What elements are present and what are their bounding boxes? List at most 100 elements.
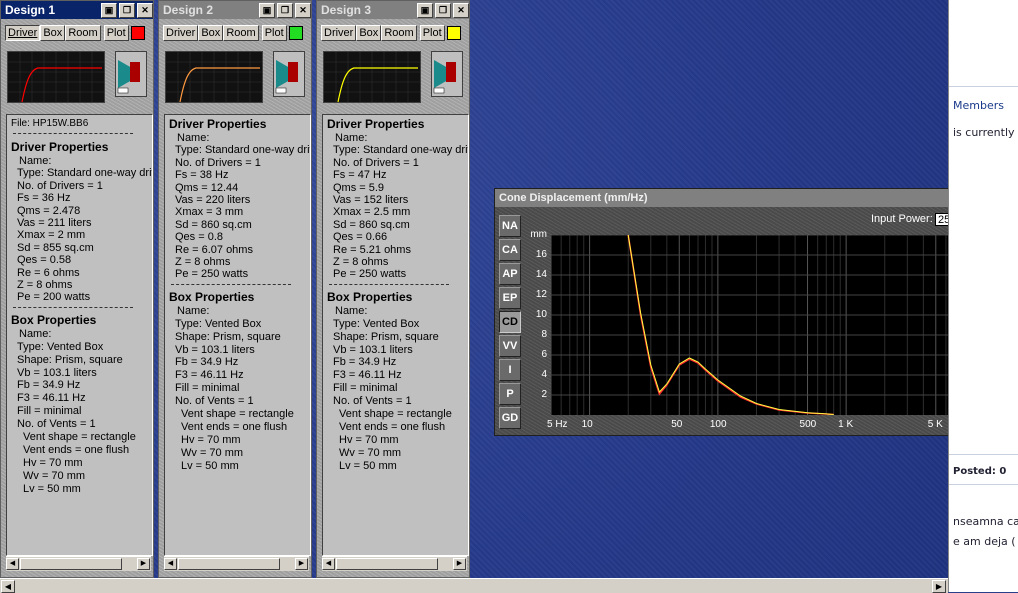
tab-plot[interactable]: Plot (261, 25, 287, 41)
scroll-left-arrow[interactable]: ◀ (6, 558, 19, 570)
horizontal-scrollbar[interactable]: ◀ ▶ (0, 578, 948, 593)
box-property: F3 = 46.11 Hz (175, 369, 244, 382)
scroll-left-arrow[interactable]: ◀ (322, 558, 335, 570)
copy-icon[interactable]: ❐ (119, 3, 135, 18)
box-property: Shape: Prism, square (333, 330, 439, 343)
driver-property: Vas = 220 liters (175, 194, 251, 206)
properties-scrollbar[interactable]: ◀ ▶ (164, 556, 309, 571)
box-property: Hv = 70 mm (181, 433, 241, 446)
scroll-thumb[interactable] (178, 558, 280, 570)
box-property: Vent ends = one flush (23, 443, 130, 456)
scroll-thumb[interactable] (336, 558, 438, 570)
scroll-thumb[interactable] (20, 558, 122, 570)
scroll-right-arrow[interactable]: ▶ (932, 580, 946, 593)
plot-color-swatch[interactable] (130, 26, 145, 41)
driver-property: Qms = 12.44 (175, 181, 239, 194)
properties-panel[interactable]: Driver Properties Name: Type: Standard one… (164, 114, 311, 556)
scroll-right-arrow[interactable]: ▶ (295, 558, 308, 570)
x-tick-label: 10 (581, 419, 593, 430)
design-window-2[interactable]: Design 2 ▣ ❐ ✕ Driver Box Room Plot Driver Pro… (158, 0, 312, 578)
tab-box[interactable]: Box (40, 25, 66, 41)
plot-mode-button-na[interactable]: NA (499, 215, 521, 237)
cone-window-title: Cone Displacement (mm/Hz) (495, 189, 1017, 207)
close-button[interactable]: ✕ (453, 3, 469, 18)
box-property: Name: (177, 304, 210, 317)
box-property: Lv = 50 mm (181, 459, 239, 472)
box-property: Hv = 70 mm (23, 456, 83, 469)
plot-mode-button-p[interactable]: P (499, 383, 521, 405)
tab-room[interactable]: Room (223, 25, 259, 41)
plot-mode-button-gd[interactable]: GD (499, 407, 521, 429)
driver-property: Qms = 2.478 (17, 204, 81, 217)
post-text-line-1: nseamna ca (953, 515, 1018, 528)
plot-color-swatch[interactable] (446, 26, 461, 41)
box-property: Vent shape = rectangle (181, 408, 294, 420)
y-tick-label: 6 (541, 349, 547, 360)
tab-driver[interactable]: Driver (321, 25, 357, 41)
box-property: Fill = minimal (333, 382, 398, 395)
tab-room[interactable]: Room (381, 25, 417, 41)
plot-mode-button-ap[interactable]: AP (499, 263, 521, 285)
copy-icon[interactable]: ❐ (435, 3, 451, 18)
tab-box[interactable]: Box (356, 25, 382, 41)
driver-property: Pe = 250 watts (175, 268, 249, 281)
x-tick-label: 50 (671, 419, 683, 430)
save-icon[interactable]: ▣ (259, 3, 275, 18)
driver-property: Type: Standard one-way driv (17, 167, 153, 180)
background-web-page: Members is currently Posted: 0 nseamna c… (948, 0, 1018, 592)
tab-driver[interactable]: Driver (5, 25, 41, 41)
scroll-right-arrow[interactable]: ▶ (137, 558, 150, 570)
plot-mode-button-ep[interactable]: EP (499, 287, 521, 309)
tab-plot[interactable]: Plot (419, 25, 445, 41)
cone-displacement-window[interactable]: Cone Displacement (mm/Hz) _ ✕ NACAAPEPCD… (494, 188, 1018, 436)
scroll-right-arrow[interactable]: ▶ (453, 558, 466, 570)
close-button[interactable]: ✕ (295, 3, 311, 18)
driver-property: Name: (335, 132, 368, 144)
properties-scrollbar[interactable]: ◀ ▶ (322, 556, 467, 571)
scroll-left-arrow[interactable]: ◀ (164, 558, 177, 570)
y-tick-label: 8 (541, 329, 547, 340)
tab-box[interactable]: Box (198, 25, 224, 41)
properties-panel[interactable]: File: HP15W.BB6 Driver Properties Name: Typ… (6, 114, 153, 556)
driver-property: Qes = 0.58 (17, 254, 72, 267)
driver-property: Sd = 855 sq.cm (17, 241, 94, 254)
driver-property: Pe = 250 watts (333, 268, 407, 281)
box-property: Type: Vented Box (333, 317, 420, 330)
box-property: Shape: Prism, square (17, 353, 123, 366)
tab-driver[interactable]: Driver (163, 25, 199, 41)
driver-property: Re = 6.07 ohms (175, 243, 253, 256)
box-property: F3 = 46.11 Hz (333, 369, 402, 382)
box-property: Fill = minimal (175, 382, 240, 395)
properties-scrollbar[interactable]: ◀ ▶ (6, 556, 151, 571)
response-thumbnail (7, 51, 105, 103)
box-property: Fill = minimal (17, 405, 82, 418)
save-icon[interactable]: ▣ (101, 3, 117, 18)
posted-label: Posted: 0 (953, 466, 1007, 477)
driver-property: Fs = 36 Hz (17, 192, 71, 205)
plot-mode-button-vv[interactable]: VV (499, 335, 521, 357)
plot-color-swatch[interactable] (288, 26, 303, 41)
design-window-3[interactable]: Design 3 ▣ ❐ ✕ Driver Box Room Plot Driver Pro… (316, 0, 470, 578)
copy-icon[interactable]: ❐ (277, 3, 293, 18)
box-property: Vb = 103.1 liters (175, 343, 255, 356)
y-tick-label: 16 (535, 249, 547, 260)
save-icon[interactable]: ▣ (417, 3, 433, 18)
properties-panel[interactable]: Driver Properties Name: Type: Standard one… (322, 114, 469, 556)
box-property: Shape: Prism, square (175, 330, 281, 343)
plot-mode-button-i[interactable]: I (499, 359, 521, 381)
design-window-1[interactable]: Design 1 ▣ ❐ ✕ Driver Box Room Plot File: HP15… (0, 0, 154, 578)
speaker-box-icon (431, 51, 463, 97)
box-property: Hv = 70 mm (339, 433, 399, 446)
box-property: Wv = 70 mm (23, 469, 86, 482)
scroll-left-arrow[interactable]: ◀ (1, 580, 15, 593)
members-link[interactable]: Members (953, 99, 1004, 112)
driver-property: Sd = 860 sq.cm (333, 218, 410, 231)
close-button[interactable]: ✕ (137, 3, 153, 18)
tab-room[interactable]: Room (65, 25, 101, 41)
box-property: Lv = 50 mm (339, 459, 397, 472)
tab-plot[interactable]: Plot (103, 25, 129, 41)
plot-mode-button-cd[interactable]: CD (499, 311, 521, 333)
y-tick-label: 14 (535, 269, 547, 280)
plot-mode-button-ca[interactable]: CA (499, 239, 521, 261)
driver-property: Vas = 152 liters (333, 194, 409, 206)
